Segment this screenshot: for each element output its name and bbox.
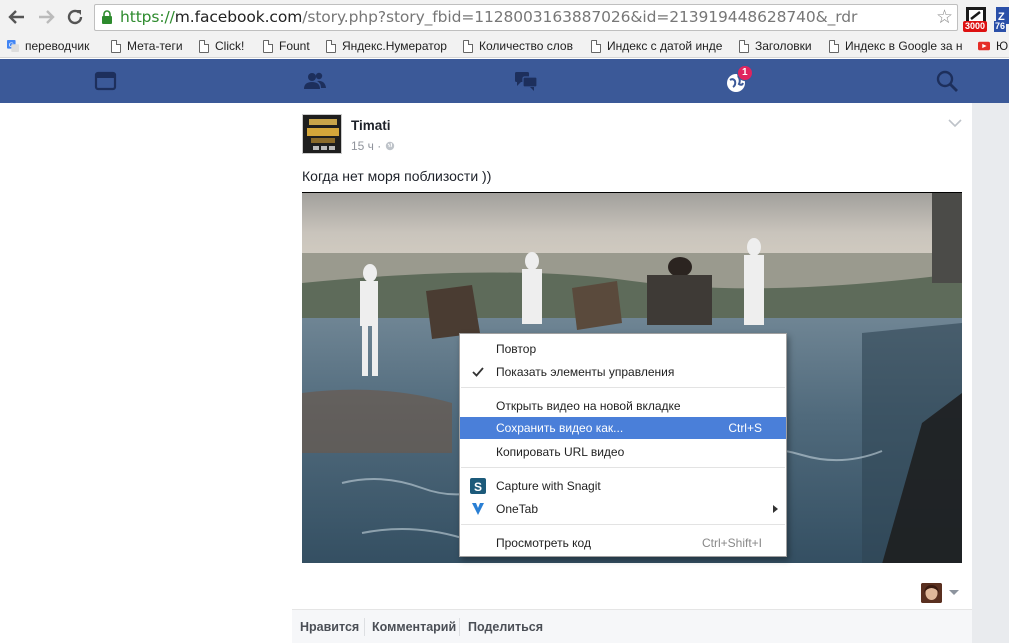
extension-badge: 3000 [963, 21, 988, 32]
forward-button[interactable] [35, 6, 57, 28]
notification-badge: 1 [737, 65, 753, 81]
menu-item-inspect[interactable]: Просмотреть код Ctrl+Shift+I [460, 532, 786, 554]
menu-item-save-video-as[interactable]: Сохранить видео как... Ctrl+S [460, 417, 786, 439]
submenu-arrow-icon [773, 505, 778, 513]
url-bar[interactable]: https://m.facebook.com/story.php?story_f… [94, 4, 958, 31]
snagit-icon: S [470, 478, 486, 494]
friend-requests-icon[interactable] [303, 69, 327, 93]
bookmark-item[interactable]: Ю [978, 38, 1008, 54]
post-actions-bar: Нравится Комментарий Поделиться [292, 609, 972, 643]
menu-item-capture-snagit[interactable]: S Capture with Snagit [460, 475, 786, 497]
arrow-left-icon [8, 10, 24, 24]
public-globe-icon [385, 141, 394, 151]
like-button[interactable]: Нравится [300, 620, 359, 634]
page-icon [739, 39, 749, 53]
svg-text:S: S [474, 480, 482, 494]
menu-separator [461, 467, 785, 468]
extension-badge-2: 76 [994, 21, 1007, 32]
menu-item-loop[interactable]: Повтор [460, 338, 786, 360]
search-icon[interactable] [935, 69, 959, 93]
author-avatar[interactable] [302, 114, 342, 154]
page-icon [111, 39, 121, 53]
page-icon [463, 39, 473, 53]
onetab-icon [472, 503, 484, 515]
page-icon [199, 39, 209, 53]
checkmark-icon [472, 367, 484, 377]
reload-icon [67, 9, 83, 25]
comment-button[interactable]: Комментарий [372, 620, 456, 634]
post-time[interactable]: 15 ч [351, 139, 374, 153]
caret-down-icon[interactable] [949, 590, 959, 595]
reactor-avatar[interactable] [921, 583, 942, 603]
youtube-icon [978, 41, 990, 51]
browser-toolbar: https://m.facebook.com/story.php?story_f… [0, 0, 1009, 34]
menu-item-show-controls[interactable]: Показать элементы управления [460, 361, 786, 383]
url-text: https://m.facebook.com/story.php?story_f… [120, 8, 858, 26]
reload-button[interactable] [64, 6, 86, 28]
bookmark-item[interactable]: G переводчик [7, 38, 89, 54]
google-translate-icon: G [7, 40, 19, 52]
news-feed-icon[interactable] [94, 69, 118, 93]
messages-icon[interactable] [514, 69, 538, 93]
bookmarks-bar: G переводчик Мета-теги Click! Fount Янде… [0, 34, 1009, 58]
bookmark-item[interactable]: Мета-теги [111, 38, 183, 54]
left-gutter [0, 103, 292, 643]
bookmark-item[interactable]: Индекс с датой инде [591, 38, 722, 54]
bookmark-item[interactable]: Индекс в Google за н [829, 38, 963, 54]
context-menu: Повтор Показать элементы управления Откр… [459, 333, 787, 557]
extension-icon-2[interactable]: Z 76 [994, 6, 1009, 32]
share-button[interactable]: Поделиться [468, 620, 543, 634]
bookmark-item[interactable]: Яндекс.Нумератор [326, 38, 447, 54]
notifications-button[interactable]: 1 [724, 65, 753, 95]
page-icon [326, 39, 336, 53]
facebook-nav-bar: 1 [0, 59, 1009, 103]
menu-separator [461, 387, 785, 388]
extension-icon[interactable]: 3000 [963, 6, 991, 32]
lock-icon [102, 10, 112, 24]
chevron-down-icon[interactable] [948, 118, 962, 128]
page-icon [263, 39, 273, 53]
bookmark-item[interactable]: Fount [263, 38, 310, 54]
separator-dot: · [377, 139, 385, 153]
bookmark-item[interactable]: Заголовки [739, 38, 812, 54]
right-gutter [972, 103, 1009, 643]
bookmark-item[interactable]: Click! [199, 38, 244, 54]
post-caption: Когда нет моря поблизости )) [302, 168, 492, 184]
menu-item-copy-video-url[interactable]: Копировать URL видео [460, 441, 786, 463]
page-icon [591, 39, 601, 53]
post-meta: 15 ч · [351, 139, 395, 153]
author-name[interactable]: Timati [351, 118, 391, 133]
arrow-right-icon [39, 10, 55, 24]
action-divider [459, 618, 460, 636]
bookmark-star-icon[interactable]: ☆ [936, 6, 953, 29]
bookmark-item[interactable]: Количество слов [463, 38, 573, 54]
menu-separator [461, 524, 785, 525]
page-icon [829, 39, 839, 53]
back-button[interactable] [6, 6, 28, 28]
menu-item-open-video-new-tab[interactable]: Открыть видео на новой вкладке [460, 395, 786, 417]
menu-item-onetab[interactable]: OneTab [460, 498, 786, 520]
action-divider [364, 618, 365, 636]
